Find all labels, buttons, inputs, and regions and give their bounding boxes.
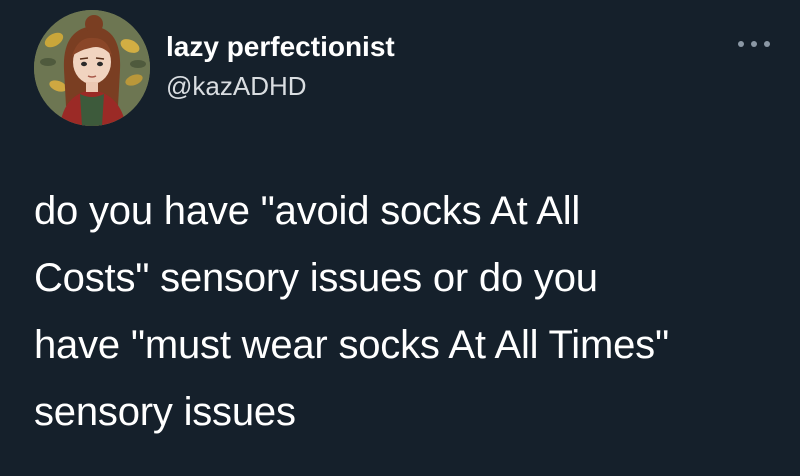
tweet-card: lazy perfectionist @kazADHD do you have … [0,0,800,476]
author-handle[interactable]: @kazADHD [166,70,395,102]
tweet-text: do you have "avoid socks At All Costs" s… [34,178,779,446]
tweet-text-line: do you have "avoid socks At All [34,189,581,233]
tweet-text-line: sensory issues [34,390,296,434]
tweet-text-line: Costs" sensory issues or do you [34,256,598,300]
author-display-name[interactable]: lazy perfectionist [166,30,395,64]
avatar[interactable] [34,10,150,126]
avatar-illustration [34,10,150,126]
dot [751,41,757,47]
tweet-text-line: have "must wear socks At All Times" [34,323,669,367]
more-options-icon[interactable] [738,36,770,52]
author-block: lazy perfectionist @kazADHD [166,30,395,102]
dot [764,41,770,47]
dot [738,41,744,47]
